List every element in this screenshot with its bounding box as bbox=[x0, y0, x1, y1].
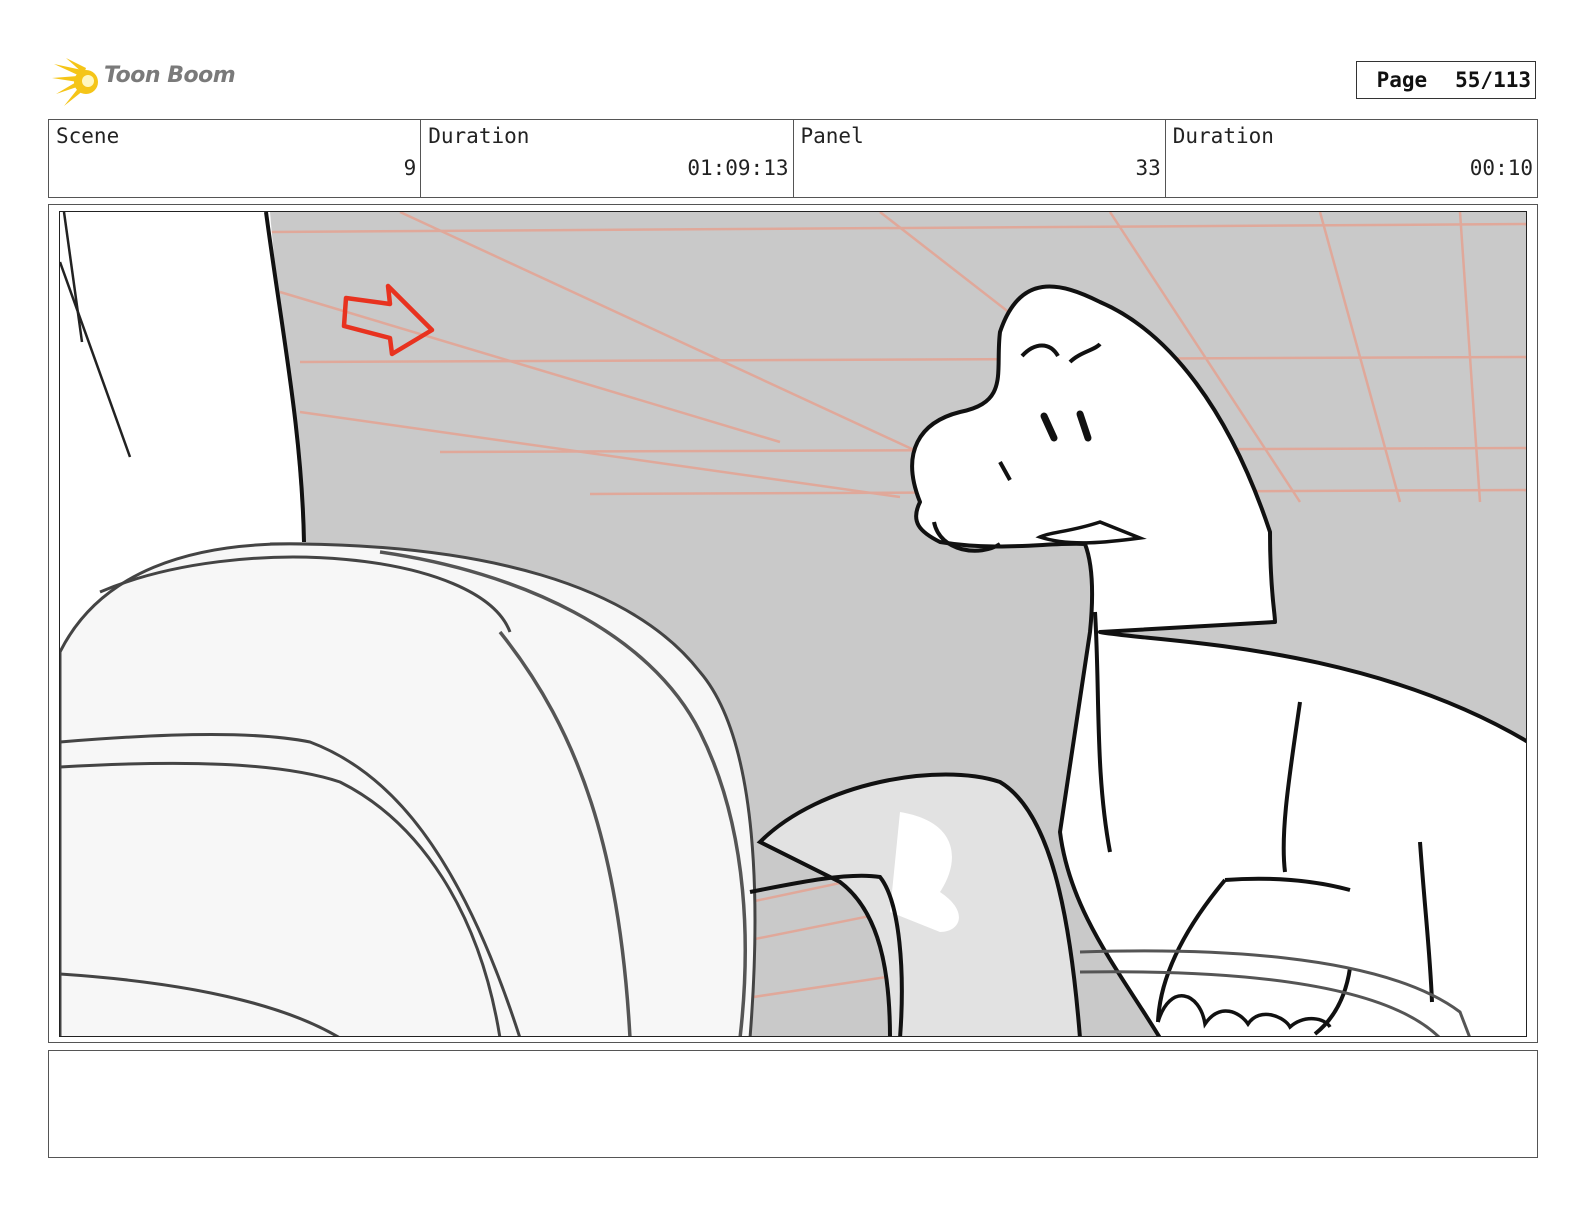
panel-cell: Panel 33 bbox=[794, 120, 1166, 197]
foreground-pillar bbox=[60, 212, 302, 542]
panel-duration-cell: Duration 00:10 bbox=[1166, 120, 1537, 197]
panel-duration-value: 00:10 bbox=[1469, 156, 1533, 180]
page-number: 55/113 bbox=[1455, 68, 1531, 92]
scene-duration-cell: Duration 01:09:13 bbox=[421, 120, 794, 197]
panel-info-row: Scene 9 Duration 01:09:13 Panel 33 Durat… bbox=[48, 119, 1538, 198]
brand-name: Toon Boom bbox=[104, 63, 236, 88]
sketch-illustration bbox=[60, 212, 1526, 1036]
scene-duration-value: 01:09:13 bbox=[687, 156, 789, 180]
panel-label: Panel bbox=[800, 124, 864, 148]
panel-value: 33 bbox=[1135, 156, 1161, 180]
scene-label: Scene bbox=[56, 124, 120, 148]
scene-duration-label: Duration bbox=[428, 124, 530, 148]
page-label: Page bbox=[1376, 68, 1428, 92]
panel-duration-label: Duration bbox=[1172, 124, 1274, 148]
scene-cell: Scene 9 bbox=[49, 120, 422, 197]
storyboard-drawing bbox=[59, 211, 1527, 1037]
scene-value: 9 bbox=[403, 156, 417, 180]
panel-notes-box bbox=[48, 1050, 1538, 1158]
page-indicator: Page 55/113 bbox=[1356, 61, 1536, 99]
